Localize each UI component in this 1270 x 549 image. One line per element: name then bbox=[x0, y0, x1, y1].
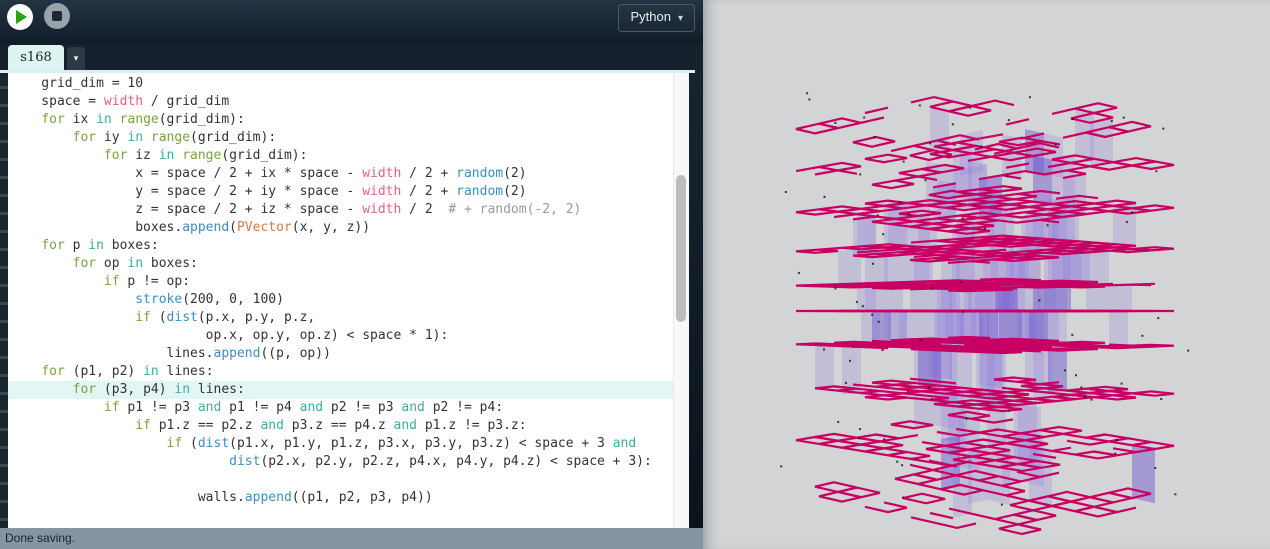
code-line[interactable]: x = space / 2 + ix * space - width / 2 +… bbox=[8, 165, 673, 183]
stop-icon bbox=[52, 11, 62, 21]
code-line[interactable]: dist(p2.x, p2.y, p2.z, p4.x, p4.y, p4.z)… bbox=[8, 453, 673, 471]
code-line[interactable]: y = space / 2 + iy * space - width / 2 +… bbox=[8, 183, 673, 201]
app-window: Python ▾ s168 ▾ grid_dim = 10 space = wid… bbox=[0, 0, 1270, 549]
editor-panel: Python ▾ s168 ▾ grid_dim = 10 space = wid… bbox=[0, 0, 703, 549]
code-area[interactable]: grid_dim = 10 space = width / grid_dim f… bbox=[8, 73, 673, 528]
code-line[interactable]: for p in boxes: bbox=[8, 237, 673, 255]
mode-label: Python bbox=[630, 9, 670, 24]
code-line[interactable]: grid_dim = 10 bbox=[8, 75, 673, 93]
tab-sketch[interactable]: s168 bbox=[8, 45, 64, 70]
code-line[interactable]: for iy in range(grid_dim): bbox=[8, 129, 673, 147]
vertical-scrollbar[interactable] bbox=[673, 73, 689, 528]
code-line[interactable]: for (p1, p2) in lines: bbox=[8, 363, 673, 381]
editor-gutter bbox=[0, 73, 8, 528]
mode-dropdown-button[interactable]: Python ▾ bbox=[618, 4, 695, 32]
panel-divider bbox=[689, 73, 703, 528]
status-text: Done saving. bbox=[5, 531, 75, 545]
code-line[interactable]: for iz in range(grid_dim): bbox=[8, 147, 673, 165]
code-line[interactable]: if p != op: bbox=[8, 273, 673, 291]
caret-down-icon: ▾ bbox=[74, 53, 79, 63]
code-line[interactable]: if p1 != p3 and p1 != p4 and p2 != p3 an… bbox=[8, 399, 673, 417]
code-line[interactable]: if (dist(p1.x, p1.y, p1.z, p3.x, p3.y, p… bbox=[8, 435, 673, 453]
tab-bar: s168 ▾ bbox=[0, 44, 703, 70]
code-line[interactable]: lines.append((p, op)) bbox=[8, 345, 673, 363]
code-line[interactable]: z = space / 2 + iz * space - width / 2 #… bbox=[8, 201, 673, 219]
code-line[interactable]: boxes.append(PVector(x, y, z)) bbox=[8, 219, 673, 237]
code-line[interactable]: walls.append((p1, p2, p3, p4)) bbox=[8, 489, 673, 507]
tab-label: s168 bbox=[20, 50, 51, 65]
code-line[interactable]: for (p3, p4) in lines: bbox=[8, 381, 673, 399]
scrollbar-thumb[interactable] bbox=[676, 175, 686, 322]
code-line[interactable]: for op in boxes: bbox=[8, 255, 673, 273]
code-line[interactable]: op.x, op.y, op.z) < space * 1): bbox=[8, 327, 673, 345]
play-icon bbox=[16, 10, 27, 24]
code-line[interactable]: for ix in range(grid_dim): bbox=[8, 111, 673, 129]
status-bar: Done saving. bbox=[0, 528, 703, 549]
tab-dropdown-button[interactable]: ▾ bbox=[67, 47, 85, 70]
sketch-render-panel bbox=[703, 0, 1270, 549]
code-line[interactable]: stroke(200, 0, 100) bbox=[8, 291, 673, 309]
caret-down-icon: ▾ bbox=[678, 13, 683, 24]
run-button[interactable] bbox=[7, 4, 33, 30]
code-editor: grid_dim = 10 space = width / grid_dim f… bbox=[0, 73, 703, 528]
sketch-canvas bbox=[703, 0, 1270, 549]
code-line[interactable]: if p1.z == p2.z and p3.z == p4.z and p1.… bbox=[8, 417, 673, 435]
code-line[interactable] bbox=[8, 471, 673, 489]
stop-button[interactable] bbox=[44, 3, 70, 29]
code-line[interactable]: space = width / grid_dim bbox=[8, 93, 673, 111]
toolbar: Python ▾ bbox=[0, 0, 703, 44]
code-line[interactable]: if (dist(p.x, p.y, p.z, bbox=[8, 309, 673, 327]
